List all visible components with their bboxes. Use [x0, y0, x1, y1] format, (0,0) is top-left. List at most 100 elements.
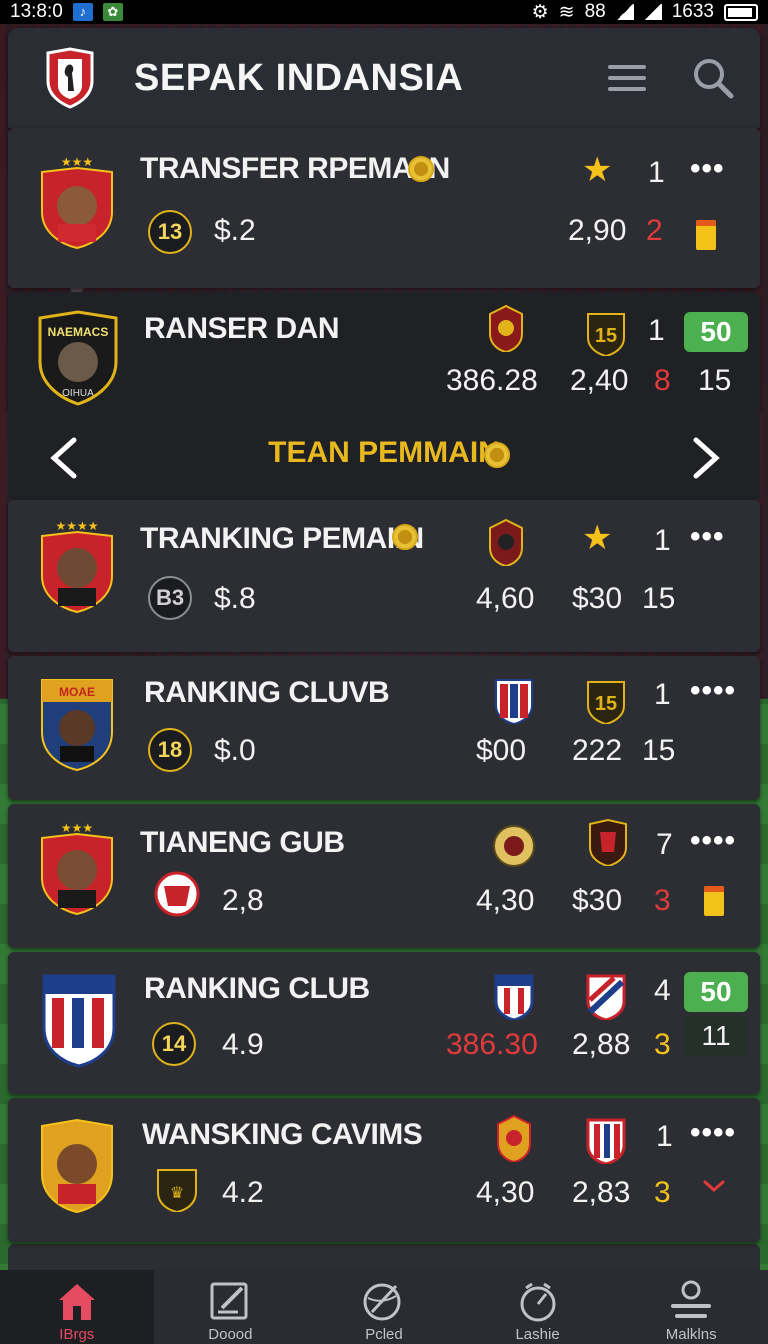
club-crest-icon: ♛ — [157, 1169, 197, 1212]
row-rank: 1 — [656, 1120, 673, 1153]
level-badge: 18 — [148, 728, 192, 772]
star-icon: ★ — [582, 519, 613, 557]
club-crest-icon: 15 — [587, 681, 625, 724]
row-rank: 1 — [654, 678, 671, 711]
section-nav: TEAN PEMMAIN — [8, 410, 760, 500]
club-crest-icon — [586, 974, 626, 1020]
row-amount: 4,30 — [476, 1176, 535, 1209]
club-crest-icon: 15 — [587, 313, 625, 356]
coin-icon — [392, 524, 418, 550]
row-rank: 4 — [654, 974, 671, 1007]
player-avatar: ★★★ — [41, 821, 113, 916]
level-badge: 14 — [152, 1022, 196, 1066]
signal-text: 88 — [584, 1, 606, 22]
coin-icon — [408, 156, 434, 182]
svg-text:15: 15 — [595, 693, 617, 715]
club-avatar — [42, 974, 116, 1068]
row-stat1: $30 — [572, 884, 623, 917]
row-stat1: 2,83 — [572, 1176, 631, 1209]
row-value: $.2 — [214, 214, 256, 247]
timer-icon — [520, 1282, 556, 1322]
row-stat2: 3 — [654, 884, 671, 917]
row-amount: 386.30 — [446, 1028, 538, 1061]
row-stat1: $30 — [572, 582, 623, 615]
row-amount: $00 — [476, 734, 527, 767]
sub-score-tag: 11 — [684, 1016, 748, 1056]
level-badge: 13 — [148, 210, 192, 254]
more-icon[interactable]: •••• — [690, 824, 736, 858]
list-item[interactable]: RANKING CLUB 14 4.9 4 50 386.30 2,88 3 1… — [8, 952, 760, 1094]
row-stat2: 15 — [642, 582, 676, 615]
nav-label: Pcled — [365, 1326, 403, 1343]
row-stat2: 3 — [654, 1176, 671, 1209]
nav-home[interactable]: IBrgs — [0, 1270, 154, 1344]
more-icon[interactable]: •••• — [690, 674, 736, 708]
row-value: 2,8 — [222, 884, 264, 917]
svg-text:NAEMACS: NAEMACS — [48, 325, 109, 339]
star-icon: ★ — [582, 151, 613, 189]
svg-text:OIHUA: OIHUA — [62, 388, 94, 399]
svg-text:MOAE: MOAE — [59, 685, 95, 699]
nav-timer[interactable]: Lashie — [461, 1270, 615, 1344]
player-avatar: ★★★★ — [41, 519, 113, 614]
more-icon[interactable]: •••• — [690, 1116, 736, 1150]
nav-label: Lashie — [515, 1326, 560, 1343]
row-rank: 1 — [654, 524, 671, 557]
nav-profile[interactable]: Malklns — [614, 1270, 768, 1344]
row-stat2: 15 — [642, 734, 676, 767]
yellow-card-icon — [704, 886, 724, 916]
status-time: 13:8:0 — [10, 1, 63, 22]
club-crest-icon — [154, 871, 200, 917]
row-amount: 4,30 — [476, 884, 535, 917]
row-rank: 1 — [648, 156, 665, 189]
list-item[interactable]: MOAE RANKING CLUVB 18 $.0 15 1 •••• $00 … — [8, 656, 760, 800]
club-crest-icon — [489, 518, 523, 566]
list-item[interactable]: ★★★★ TRANKING PEMAIIN B3 $.8 ★ 1 ••• 4,6… — [8, 500, 760, 652]
nav-ball[interactable]: Pcled — [307, 1270, 461, 1344]
menu-icon[interactable] — [608, 58, 646, 98]
row-stat2: 3 — [654, 1028, 671, 1061]
score-tag: 50 — [684, 972, 748, 1012]
row-title: TIANENG GUB — [140, 826, 345, 859]
list-item[interactable]: ★★★ TRANSFER RPEMAIIN 13 $.2 ★ 1 ••• 2,9… — [8, 128, 760, 288]
nav-edit[interactable]: Doood — [154, 1270, 308, 1344]
ball-icon — [363, 1283, 401, 1321]
chevron-down-icon[interactable] — [702, 1178, 726, 1194]
more-icon[interactable]: ••• — [690, 520, 725, 554]
club-crest-icon — [495, 679, 533, 724]
nav-label: Malklns — [665, 1326, 717, 1343]
row-stat1: 2,88 — [572, 1028, 631, 1061]
search-icon[interactable] — [692, 57, 734, 99]
club-crest-icon — [494, 974, 534, 1020]
status-time-right: 1633 — [671, 1, 714, 22]
list-item[interactable]: WANSKING CAVIMS ♛ 4.2 1 •••• 4,30 2,83 3 — [8, 1098, 760, 1242]
svg-text:★★★: ★★★ — [61, 155, 93, 169]
wifi-icon: ≋ — [558, 1, 575, 23]
row-value: 4.9 — [222, 1028, 264, 1061]
more-icon[interactable]: ••• — [690, 152, 725, 186]
row-amount: 4,60 — [476, 582, 535, 615]
row-title: TRANSFER RPEMAIIN — [140, 152, 450, 185]
row-title: RANSER DAN — [144, 312, 340, 345]
chevron-right-icon[interactable] — [692, 436, 722, 480]
svg-text:♛: ♛ — [170, 1185, 184, 1202]
app-notification-icon-2: ✿ — [102, 3, 123, 21]
row-value: $.0 — [214, 734, 256, 767]
app-header: SEPAK INDANSIA — [8, 28, 760, 128]
list-item[interactable]: NAEMACS OIHUA RANSER DAN 15 1 50 386.28 … — [8, 292, 760, 412]
list-item[interactable]: ★★★ TIANENG GUB 2,8 7 •••• 4,30 $30 3 — [8, 804, 760, 948]
home-icon — [58, 1284, 95, 1320]
row-title: RANKING CLUB — [144, 972, 370, 1005]
player-avatar — [41, 1118, 113, 1214]
svg-text:★★★★: ★★★★ — [55, 519, 98, 533]
svg-text:★★★: ★★★ — [61, 821, 93, 835]
signal-icon-2 — [643, 4, 662, 20]
profile-icon — [671, 1280, 712, 1318]
edit-icon — [210, 1282, 248, 1320]
row-amount: 386.28 — [446, 364, 538, 397]
svg-text:15: 15 — [595, 325, 617, 347]
row-stat2: 2 — [646, 214, 663, 247]
row-stat2: 8 — [654, 364, 671, 397]
yellow-card-icon — [696, 220, 716, 250]
row-rank: 1 — [648, 314, 665, 347]
